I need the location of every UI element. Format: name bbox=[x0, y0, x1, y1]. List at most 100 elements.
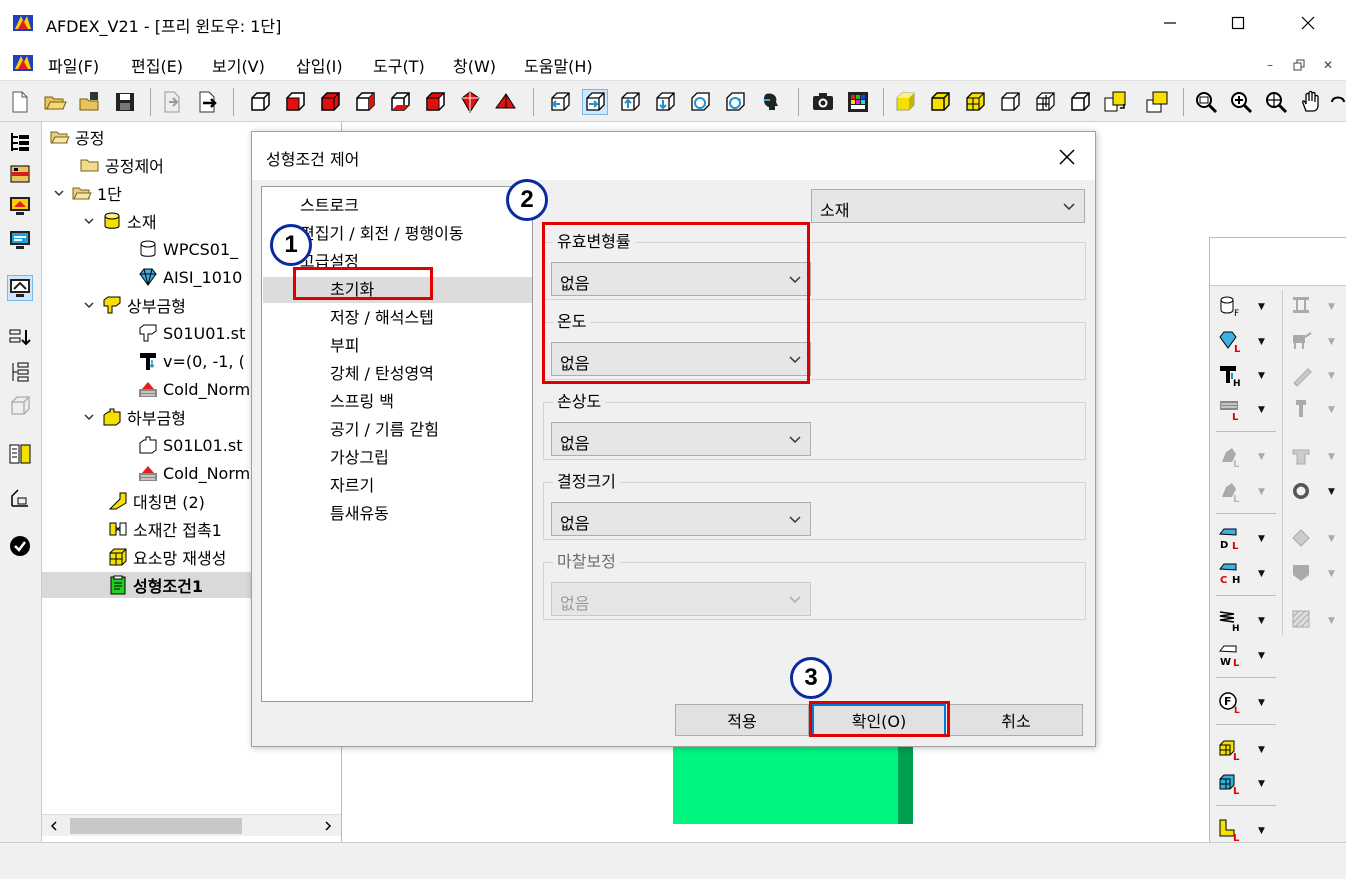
process-settings-icon[interactable] bbox=[8, 162, 32, 186]
cube-view-left-icon[interactable] bbox=[318, 90, 342, 114]
die-load-icon[interactable]: DL bbox=[1218, 526, 1244, 550]
mdi-restore-button[interactable] bbox=[1287, 54, 1311, 76]
tree-node-symmetry[interactable]: 대칭면 (2) bbox=[108, 488, 205, 514]
tree-node-upper-die-file[interactable]: S01U01.st bbox=[138, 320, 245, 346]
dropdown-arrow-icon[interactable]: ▼ bbox=[1258, 779, 1270, 789]
hammer-load-icon[interactable]: H bbox=[1218, 363, 1244, 387]
measure-icon[interactable] bbox=[8, 486, 32, 510]
dropdown-arrow-icon[interactable]: ▼ bbox=[1328, 487, 1340, 497]
step-load-icon[interactable]: L bbox=[1218, 818, 1244, 842]
dropdown-arrow-icon[interactable]: ▼ bbox=[1258, 651, 1270, 661]
grain-size-select[interactable]: 없음 bbox=[551, 502, 811, 536]
rotate-view-icon[interactable] bbox=[1330, 90, 1346, 114]
rotate-cw-icon[interactable] bbox=[723, 90, 747, 114]
cube-view-back-icon[interactable] bbox=[283, 90, 307, 114]
scroll-left-icon[interactable] bbox=[48, 820, 60, 832]
document-icon[interactable] bbox=[12, 52, 34, 74]
list-item-virtual-grip[interactable]: 가상그립 bbox=[330, 445, 389, 471]
hidden-line-icon[interactable] bbox=[1068, 90, 1092, 114]
sort-tree-icon[interactable] bbox=[8, 360, 32, 384]
dropdown-arrow-icon[interactable]: ▼ bbox=[1258, 405, 1270, 415]
chevron-down-icon[interactable] bbox=[82, 410, 96, 424]
pan-hand-icon[interactable] bbox=[1299, 90, 1323, 114]
tree-node-workpiece-file[interactable]: WPCS01_ bbox=[138, 236, 238, 262]
menu-window[interactable]: 창(W) bbox=[453, 53, 496, 77]
cube-view-dimetric-icon[interactable] bbox=[493, 90, 517, 114]
list-item-rigid-elastic[interactable]: 강체 / 탄성영역 bbox=[330, 361, 434, 387]
mdi-close-button[interactable]: ✕ bbox=[1316, 54, 1340, 76]
rotate-right-icon[interactable] bbox=[582, 89, 608, 115]
material-load-icon[interactable]: L bbox=[1218, 329, 1244, 353]
apply-button[interactable]: 적용 bbox=[675, 704, 809, 736]
wireframe-icon[interactable] bbox=[998, 90, 1022, 114]
shaded-solid-icon[interactable] bbox=[893, 90, 917, 114]
cancel-button[interactable]: 취소 bbox=[949, 704, 1083, 736]
cube-view-front-icon[interactable] bbox=[248, 90, 272, 114]
tree-node-process[interactable]: 공정 bbox=[50, 124, 104, 150]
zoom-window-icon[interactable] bbox=[1194, 90, 1218, 114]
tree-node-upper-die[interactable]: 상부금형 bbox=[82, 292, 186, 318]
list-item-volume[interactable]: 부피 bbox=[330, 333, 359, 359]
menu-tools[interactable]: 도구(T) bbox=[373, 53, 425, 77]
tree-horizontal-scrollbar[interactable] bbox=[42, 814, 341, 836]
tree-node-remesh[interactable]: 요소망 재생성 bbox=[108, 544, 226, 570]
zoom-fit-icon[interactable] bbox=[1264, 90, 1288, 114]
tree-node-process-control[interactable]: 공정제어 bbox=[80, 152, 164, 178]
list-item-stroke[interactable]: 스트로크 bbox=[300, 193, 359, 219]
column-layout-icon[interactable] bbox=[8, 442, 32, 466]
cube-view-right-icon[interactable] bbox=[353, 90, 377, 114]
cube-view-iso-icon[interactable] bbox=[458, 90, 482, 114]
tree-node-contact[interactable]: 소재간 접촉1 bbox=[108, 516, 222, 542]
mesh-load-2-icon[interactable]: L bbox=[1218, 771, 1244, 795]
menu-insert[interactable]: 삽입(I) bbox=[296, 53, 343, 77]
dropdown-arrow-icon[interactable]: ▼ bbox=[1258, 826, 1270, 836]
dialog-close-icon[interactable] bbox=[1054, 144, 1080, 170]
shaded-edges-icon[interactable] bbox=[928, 90, 952, 114]
cube-view-top-icon[interactable] bbox=[423, 90, 447, 114]
scrollbar-thumb[interactable] bbox=[70, 818, 242, 834]
new-file-icon[interactable] bbox=[8, 90, 32, 114]
mesh-wireframe-icon[interactable] bbox=[1033, 90, 1057, 114]
zoom-in-icon[interactable] bbox=[1229, 90, 1253, 114]
dropdown-arrow-icon[interactable]: ▼ bbox=[1258, 337, 1270, 347]
minimize-button[interactable] bbox=[1142, 6, 1198, 40]
dropdown-arrow-icon[interactable]: ▼ bbox=[1258, 534, 1270, 544]
tree-node-lower-die-file[interactable]: S01L01.st bbox=[138, 432, 242, 458]
wall-load-icon[interactable]: WL bbox=[1218, 643, 1244, 667]
camera-icon[interactable] bbox=[811, 90, 835, 114]
chevron-down-icon[interactable] bbox=[82, 214, 96, 228]
damage-select[interactable]: 없음 bbox=[551, 422, 811, 456]
menu-edit[interactable]: 편집(E) bbox=[131, 53, 183, 77]
rotate-down-icon[interactable] bbox=[653, 90, 677, 114]
save-icon[interactable] bbox=[113, 90, 137, 114]
tree-node-lower-temperature[interactable]: Cold_Norm bbox=[138, 460, 250, 486]
tree-node-upper-temperature[interactable]: Cold_Norm bbox=[138, 376, 250, 402]
dropdown-arrow-icon[interactable]: ▼ bbox=[1258, 371, 1270, 381]
ring-icon[interactable] bbox=[1290, 479, 1316, 503]
tree-node-material[interactable]: 소재 bbox=[82, 208, 156, 234]
simulator-icon[interactable] bbox=[8, 228, 32, 252]
multi-view-icon[interactable] bbox=[1145, 90, 1169, 114]
tree-node-velocity[interactable]: v=(0, -1, ( bbox=[138, 348, 245, 374]
list-item-editor[interactable]: 편집기 / 회전 / 평행이동 bbox=[300, 221, 464, 247]
dropdown-arrow-icon[interactable]: ▼ bbox=[1258, 302, 1270, 312]
head-view-icon[interactable] bbox=[758, 90, 782, 114]
dropdown-arrow-icon[interactable]: ▼ bbox=[1258, 698, 1270, 708]
maximize-button[interactable] bbox=[1210, 6, 1266, 40]
rotate-up-icon[interactable] bbox=[618, 90, 642, 114]
list-item-springback[interactable]: 스프링 백 bbox=[330, 389, 394, 415]
scroll-right-icon[interactable] bbox=[322, 820, 334, 832]
color-palette-icon[interactable] bbox=[846, 90, 870, 114]
rotate-ccw-icon[interactable] bbox=[688, 90, 712, 114]
material-flow-icon[interactable]: F bbox=[1218, 294, 1244, 318]
open-recent-icon[interactable] bbox=[78, 90, 102, 114]
mesh-load-icon[interactable]: L bbox=[1218, 737, 1244, 761]
friction-load-icon[interactable]: FL bbox=[1218, 690, 1244, 714]
check-circle-icon[interactable] bbox=[8, 534, 32, 558]
chevron-down-icon[interactable] bbox=[52, 186, 66, 200]
list-item-cut[interactable]: 자르기 bbox=[330, 473, 374, 499]
dropdown-arrow-icon[interactable]: ▼ bbox=[1258, 569, 1270, 579]
tree-node-stage1[interactable]: 1단 bbox=[52, 180, 122, 206]
postprocessor-icon[interactable] bbox=[7, 275, 33, 301]
heat-load-icon[interactable]: L bbox=[1218, 397, 1244, 421]
